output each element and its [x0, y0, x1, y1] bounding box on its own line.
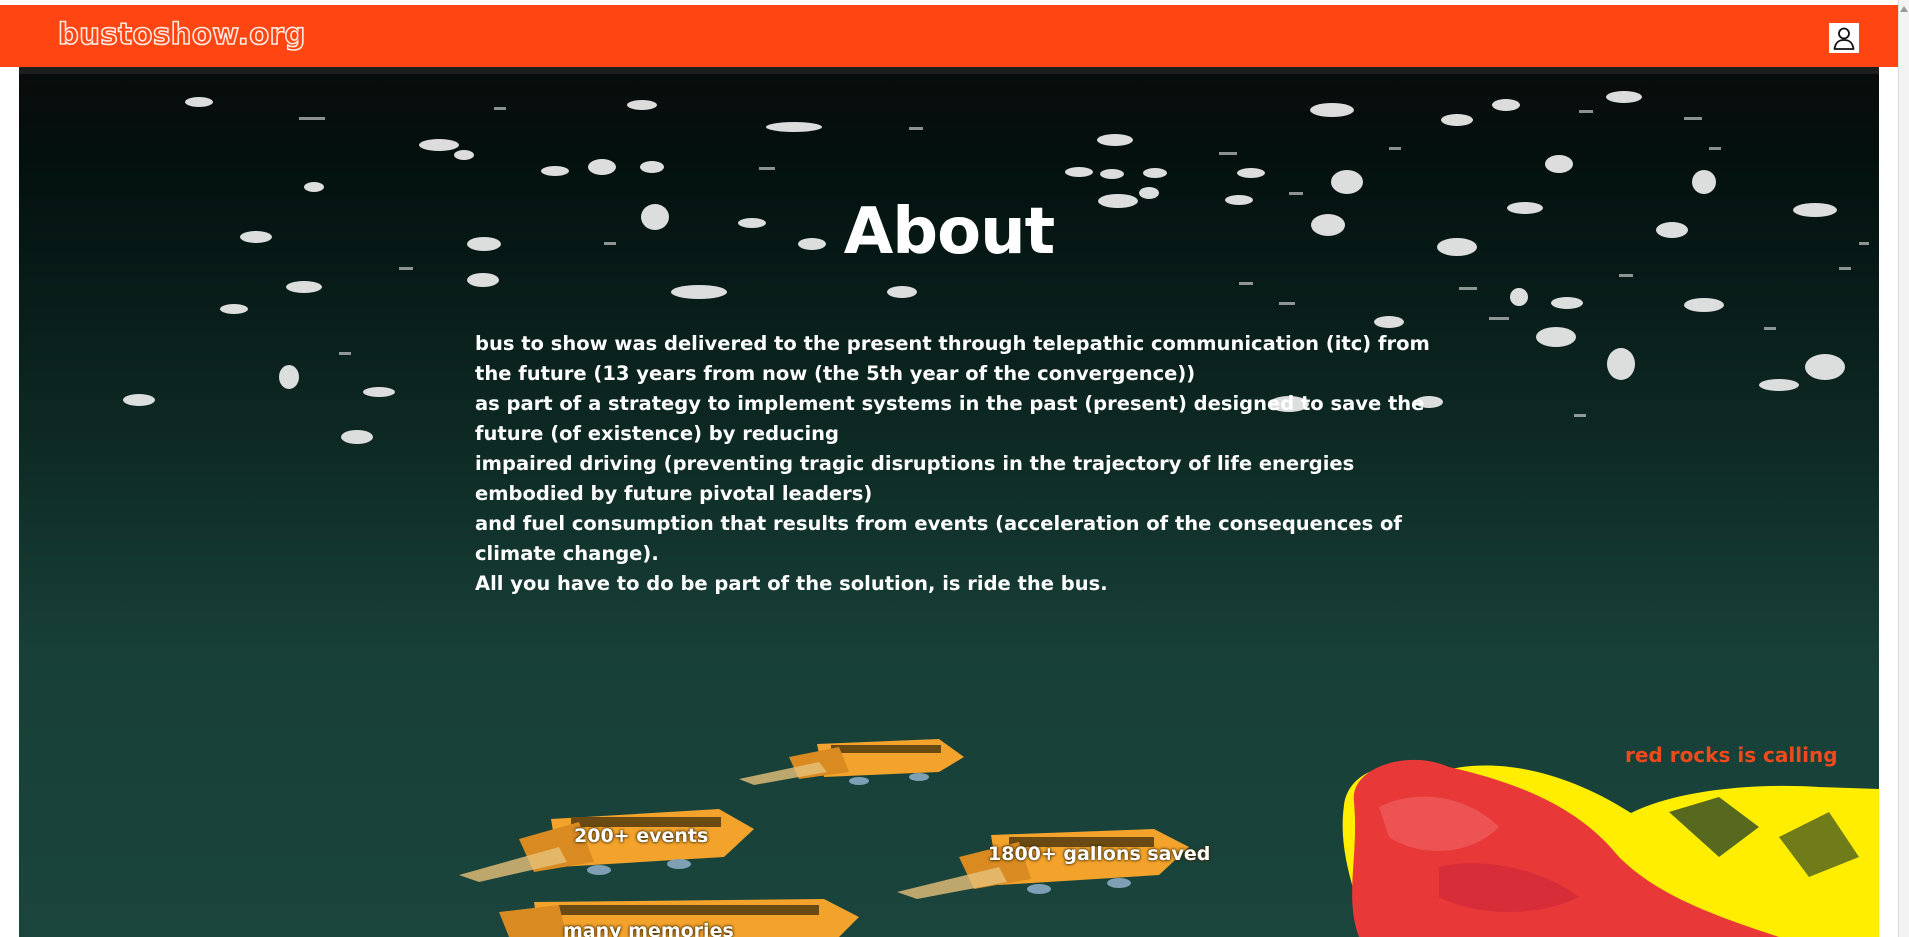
flying-bus-image: [739, 739, 964, 785]
stat-memories: many memories: [563, 920, 734, 937]
site-logo-link[interactable]: bustoshow.org: [57, 16, 306, 52]
scene-illustration: [459, 739, 1879, 937]
scrollbar[interactable]: [1898, 0, 1909, 937]
red-rocks-image: [1342, 759, 1879, 937]
red-rocks-link[interactable]: red rocks is calling: [1625, 743, 1838, 767]
user-icon: [1833, 27, 1855, 50]
stat-gallons-saved: 1800+ gallons saved: [988, 843, 1211, 865]
stat-events: 200+ events: [574, 825, 709, 847]
top-nav-bar: bustoshow.org: [0, 5, 1898, 67]
about-hero-scene: About bus to show was delivered to the p…: [19, 67, 1879, 937]
scroll-up-arrow-icon[interactable]: [1900, 6, 1908, 12]
user-account-button[interactable]: [1829, 23, 1859, 53]
